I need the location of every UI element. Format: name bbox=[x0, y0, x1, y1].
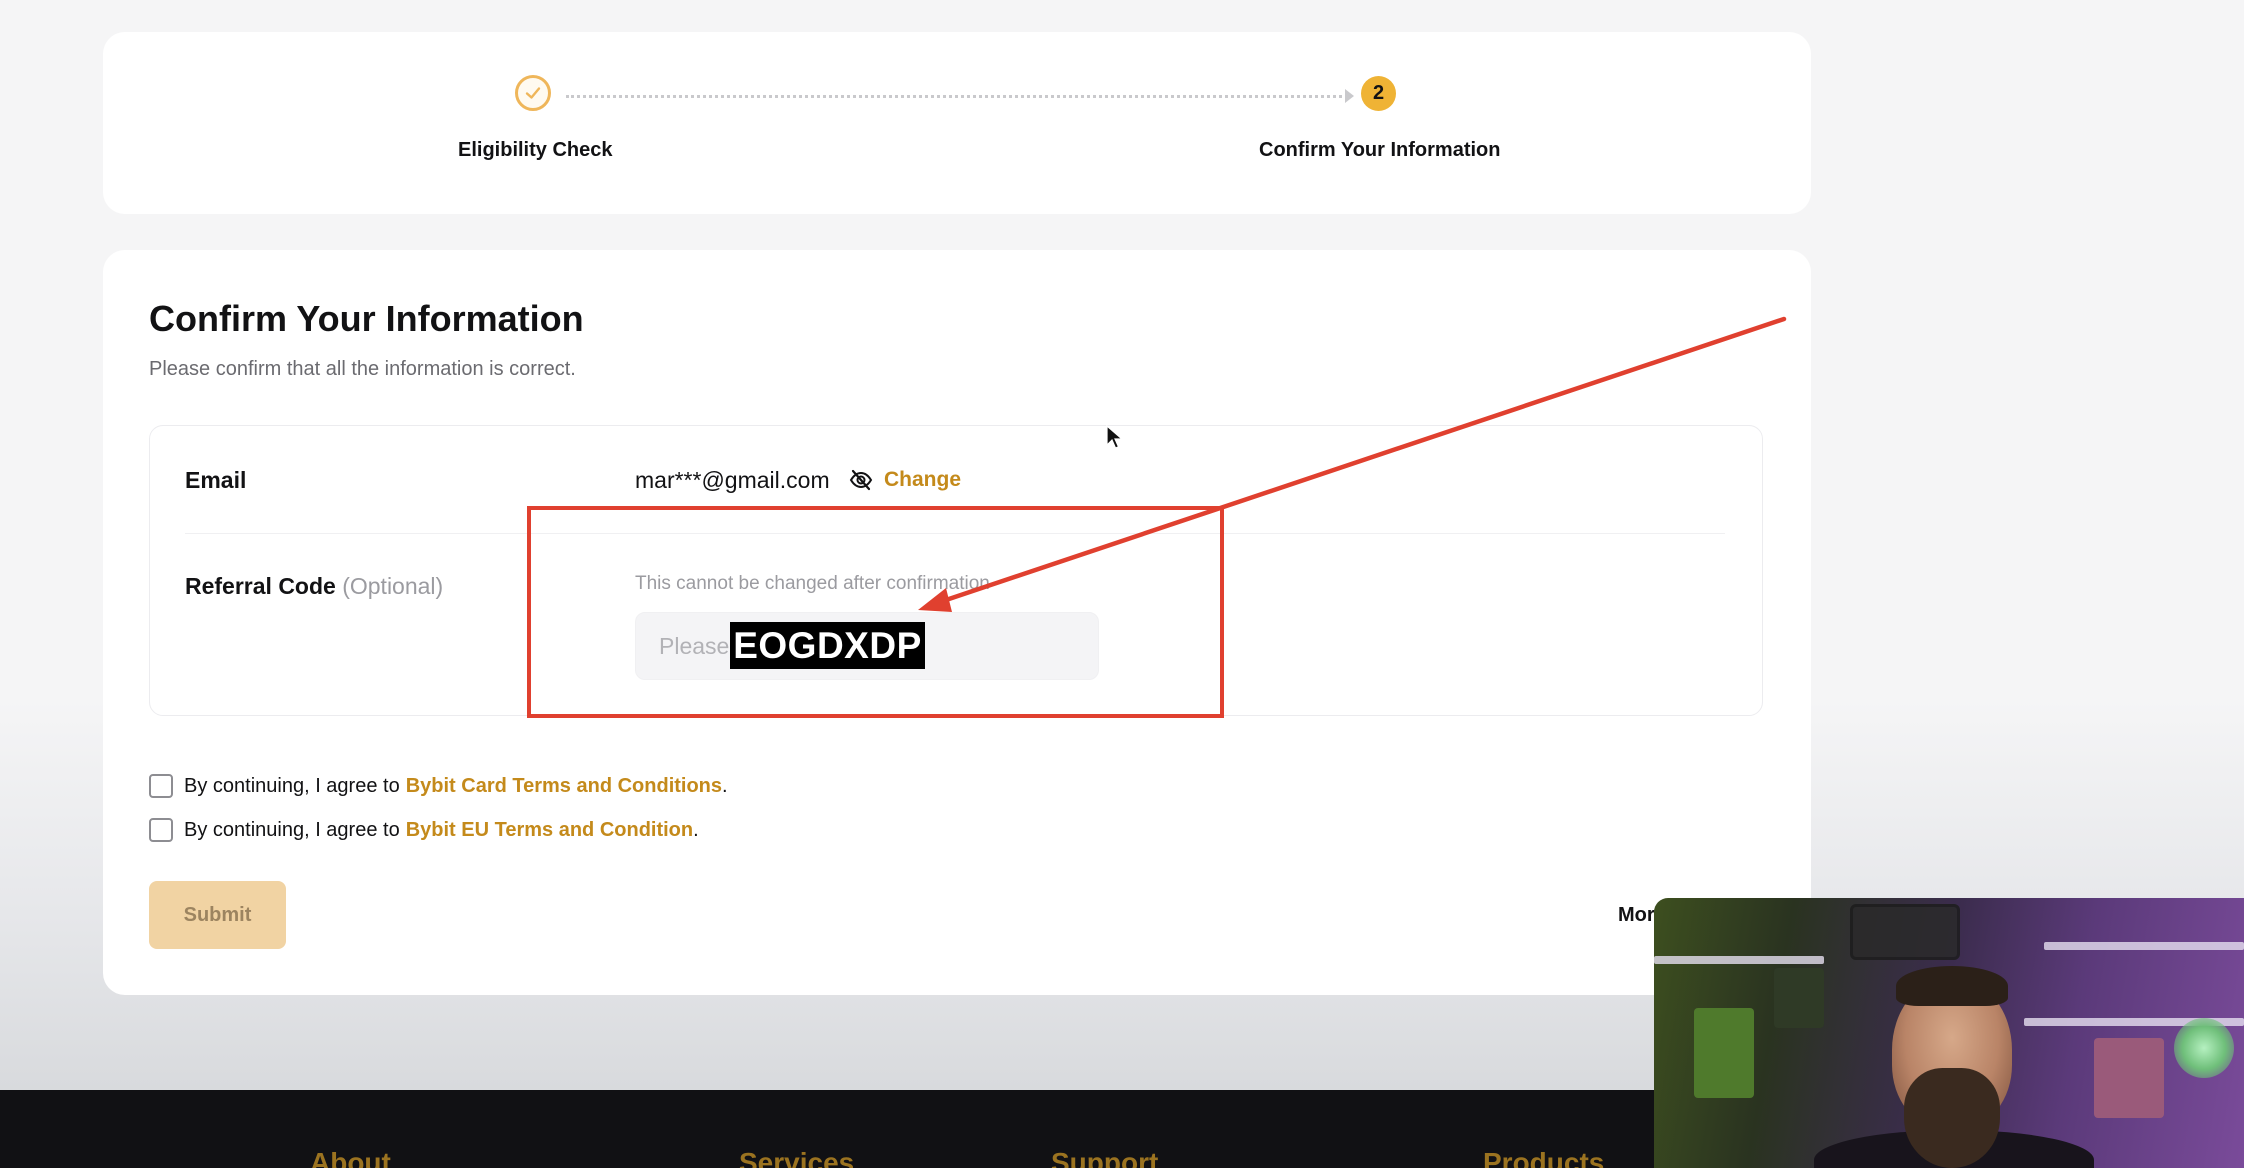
webcam-overlay bbox=[1654, 898, 2244, 1168]
agreement-row-eu: By continuing, I agree to Bybit EU Terms… bbox=[149, 818, 699, 842]
agreement-suffix: . bbox=[693, 818, 699, 841]
mouse-pointer-icon bbox=[1106, 425, 1124, 449]
agreement-prefix: By continuing, I agree to bbox=[184, 774, 400, 797]
agreement-prefix: By continuing, I agree to bbox=[184, 818, 400, 841]
footer-support[interactable]: Support bbox=[1051, 1147, 1158, 1168]
eu-terms-link[interactable]: Bybit EU Terms and Condition bbox=[406, 819, 693, 842]
lamp bbox=[2174, 1018, 2234, 1078]
footer-services[interactable]: Services bbox=[739, 1147, 854, 1168]
poster bbox=[1694, 1008, 1754, 1098]
poster bbox=[1774, 968, 1824, 1028]
agreement-suffix: . bbox=[722, 774, 728, 797]
more-link[interactable]: Mor bbox=[1618, 904, 1655, 927]
poster bbox=[2094, 1038, 2164, 1118]
submit-button[interactable]: Submit bbox=[149, 881, 286, 949]
person-hair bbox=[1896, 966, 2008, 1006]
card-terms-link[interactable]: Bybit Card Terms and Conditions bbox=[406, 775, 722, 798]
person-beard bbox=[1904, 1068, 2000, 1168]
wall-logo bbox=[1850, 904, 1960, 960]
shelf bbox=[2044, 942, 2244, 950]
shelf bbox=[1654, 956, 1824, 964]
eu-terms-checkbox[interactable] bbox=[149, 818, 173, 842]
agreement-row-card: By continuing, I agree to Bybit Card Ter… bbox=[149, 774, 728, 798]
footer-products[interactable]: Products bbox=[1483, 1147, 1604, 1168]
card-terms-checkbox[interactable] bbox=[149, 774, 173, 798]
footer-about[interactable]: About bbox=[310, 1147, 391, 1168]
